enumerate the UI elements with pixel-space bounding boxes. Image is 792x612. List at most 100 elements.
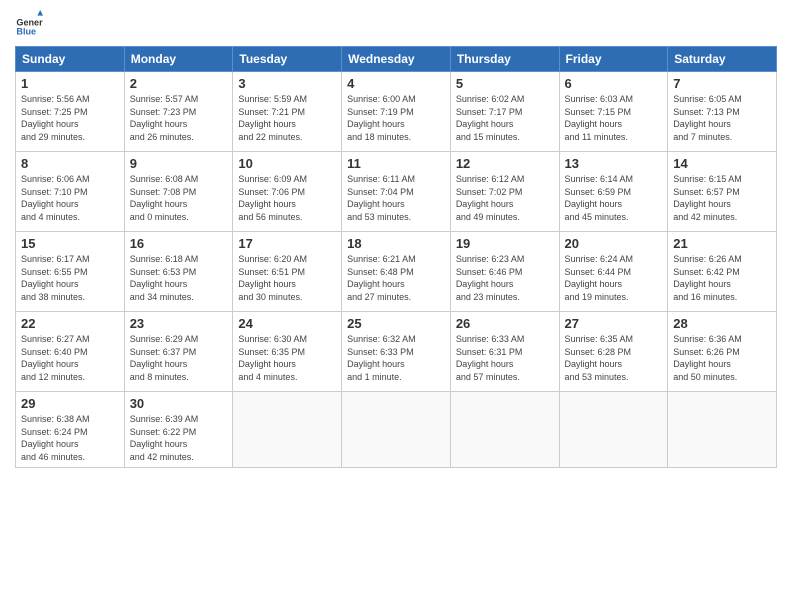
calendar-cell: 29 Sunrise: 6:38 AMSunset: 6:24 PMDaylig… [16,392,125,468]
cell-info: Sunrise: 6:32 AMSunset: 6:33 PMDaylight … [347,334,416,382]
calendar-cell [668,392,777,468]
day-number: 1 [21,76,119,91]
cell-info: Sunrise: 6:36 AMSunset: 6:26 PMDaylight … [673,334,742,382]
day-number: 28 [673,316,771,331]
cell-info: Sunrise: 5:57 AMSunset: 7:23 PMDaylight … [130,94,199,142]
calendar-cell: 25 Sunrise: 6:32 AMSunset: 6:33 PMDaylig… [342,312,451,392]
day-number: 27 [565,316,663,331]
cell-info: Sunrise: 6:29 AMSunset: 6:37 PMDaylight … [130,334,199,382]
cell-info: Sunrise: 6:15 AMSunset: 6:57 PMDaylight … [673,174,742,222]
calendar-cell: 11 Sunrise: 6:11 AMSunset: 7:04 PMDaylig… [342,152,451,232]
calendar-cell: 26 Sunrise: 6:33 AMSunset: 6:31 PMDaylig… [450,312,559,392]
calendar-cell: 8 Sunrise: 6:06 AMSunset: 7:10 PMDayligh… [16,152,125,232]
day-number: 19 [456,236,554,251]
calendar-cell: 18 Sunrise: 6:21 AMSunset: 6:48 PMDaylig… [342,232,451,312]
day-number: 25 [347,316,445,331]
cell-info: Sunrise: 6:09 AMSunset: 7:06 PMDaylight … [238,174,307,222]
cell-info: Sunrise: 6:21 AMSunset: 6:48 PMDaylight … [347,254,416,302]
weekday-header-row: SundayMondayTuesdayWednesdayThursdayFrid… [16,47,777,72]
calendar-cell: 13 Sunrise: 6:14 AMSunset: 6:59 PMDaylig… [559,152,668,232]
day-number: 11 [347,156,445,171]
cell-info: Sunrise: 6:33 AMSunset: 6:31 PMDaylight … [456,334,525,382]
calendar-cell [342,392,451,468]
calendar-week-3: 15 Sunrise: 6:17 AMSunset: 6:55 PMDaylig… [16,232,777,312]
day-number: 3 [238,76,336,91]
calendar-cell: 22 Sunrise: 6:27 AMSunset: 6:40 PMDaylig… [16,312,125,392]
calendar-cell: 23 Sunrise: 6:29 AMSunset: 6:37 PMDaylig… [124,312,233,392]
day-number: 13 [565,156,663,171]
weekday-header-monday: Monday [124,47,233,72]
weekday-header-saturday: Saturday [668,47,777,72]
day-number: 8 [21,156,119,171]
calendar-cell: 21 Sunrise: 6:26 AMSunset: 6:42 PMDaylig… [668,232,777,312]
calendar-cell: 4 Sunrise: 6:00 AMSunset: 7:19 PMDayligh… [342,72,451,152]
calendar-cell: 24 Sunrise: 6:30 AMSunset: 6:35 PMDaylig… [233,312,342,392]
day-number: 30 [130,396,228,411]
cell-info: Sunrise: 6:38 AMSunset: 6:24 PMDaylight … [21,414,90,462]
day-number: 7 [673,76,771,91]
cell-info: Sunrise: 6:12 AMSunset: 7:02 PMDaylight … [456,174,525,222]
cell-info: Sunrise: 6:27 AMSunset: 6:40 PMDaylight … [21,334,90,382]
day-number: 6 [565,76,663,91]
day-number: 20 [565,236,663,251]
cell-info: Sunrise: 6:06 AMSunset: 7:10 PMDaylight … [21,174,90,222]
cell-info: Sunrise: 6:23 AMSunset: 6:46 PMDaylight … [456,254,525,302]
weekday-header-tuesday: Tuesday [233,47,342,72]
cell-info: Sunrise: 6:35 AMSunset: 6:28 PMDaylight … [565,334,634,382]
calendar-cell: 14 Sunrise: 6:15 AMSunset: 6:57 PMDaylig… [668,152,777,232]
cell-info: Sunrise: 6:26 AMSunset: 6:42 PMDaylight … [673,254,742,302]
cell-info: Sunrise: 5:56 AMSunset: 7:25 PMDaylight … [21,94,90,142]
calendar-cell: 16 Sunrise: 6:18 AMSunset: 6:53 PMDaylig… [124,232,233,312]
cell-info: Sunrise: 6:02 AMSunset: 7:17 PMDaylight … [456,94,525,142]
calendar-cell [450,392,559,468]
calendar-cell: 12 Sunrise: 6:12 AMSunset: 7:02 PMDaylig… [450,152,559,232]
calendar-cell: 28 Sunrise: 6:36 AMSunset: 6:26 PMDaylig… [668,312,777,392]
day-number: 14 [673,156,771,171]
day-number: 12 [456,156,554,171]
cell-info: Sunrise: 6:17 AMSunset: 6:55 PMDaylight … [21,254,90,302]
calendar-cell: 7 Sunrise: 6:05 AMSunset: 7:13 PMDayligh… [668,72,777,152]
day-number: 4 [347,76,445,91]
day-number: 5 [456,76,554,91]
calendar-cell: 10 Sunrise: 6:09 AMSunset: 7:06 PMDaylig… [233,152,342,232]
day-number: 18 [347,236,445,251]
day-number: 9 [130,156,228,171]
calendar-week-1: 1 Sunrise: 5:56 AMSunset: 7:25 PMDayligh… [16,72,777,152]
calendar-cell: 30 Sunrise: 6:39 AMSunset: 6:22 PMDaylig… [124,392,233,468]
weekday-header-wednesday: Wednesday [342,47,451,72]
cell-info: Sunrise: 5:59 AMSunset: 7:21 PMDaylight … [238,94,307,142]
calendar-table: SundayMondayTuesdayWednesdayThursdayFrid… [15,46,777,468]
cell-info: Sunrise: 6:30 AMSunset: 6:35 PMDaylight … [238,334,307,382]
day-number: 15 [21,236,119,251]
calendar-cell: 2 Sunrise: 5:57 AMSunset: 7:23 PMDayligh… [124,72,233,152]
weekday-header-sunday: Sunday [16,47,125,72]
cell-info: Sunrise: 6:00 AMSunset: 7:19 PMDaylight … [347,94,416,142]
cell-info: Sunrise: 6:14 AMSunset: 6:59 PMDaylight … [565,174,634,222]
cell-info: Sunrise: 6:03 AMSunset: 7:15 PMDaylight … [565,94,634,142]
day-number: 26 [456,316,554,331]
calendar-cell [559,392,668,468]
logo: General Blue [15,10,43,38]
calendar-cell: 20 Sunrise: 6:24 AMSunset: 6:44 PMDaylig… [559,232,668,312]
day-number: 22 [21,316,119,331]
day-number: 24 [238,316,336,331]
cell-info: Sunrise: 6:08 AMSunset: 7:08 PMDaylight … [130,174,199,222]
calendar-cell: 3 Sunrise: 5:59 AMSunset: 7:21 PMDayligh… [233,72,342,152]
svg-text:Blue: Blue [16,27,36,37]
calendar-cell: 5 Sunrise: 6:02 AMSunset: 7:17 PMDayligh… [450,72,559,152]
weekday-header-thursday: Thursday [450,47,559,72]
cell-info: Sunrise: 6:20 AMSunset: 6:51 PMDaylight … [238,254,307,302]
calendar-week-5: 29 Sunrise: 6:38 AMSunset: 6:24 PMDaylig… [16,392,777,468]
calendar-cell: 19 Sunrise: 6:23 AMSunset: 6:46 PMDaylig… [450,232,559,312]
day-number: 17 [238,236,336,251]
cell-info: Sunrise: 6:18 AMSunset: 6:53 PMDaylight … [130,254,199,302]
day-number: 29 [21,396,119,411]
page-header: General Blue [15,10,777,38]
calendar-cell: 27 Sunrise: 6:35 AMSunset: 6:28 PMDaylig… [559,312,668,392]
day-number: 16 [130,236,228,251]
day-number: 10 [238,156,336,171]
calendar-cell: 15 Sunrise: 6:17 AMSunset: 6:55 PMDaylig… [16,232,125,312]
calendar-cell: 1 Sunrise: 5:56 AMSunset: 7:25 PMDayligh… [16,72,125,152]
weekday-header-friday: Friday [559,47,668,72]
cell-info: Sunrise: 6:24 AMSunset: 6:44 PMDaylight … [565,254,634,302]
